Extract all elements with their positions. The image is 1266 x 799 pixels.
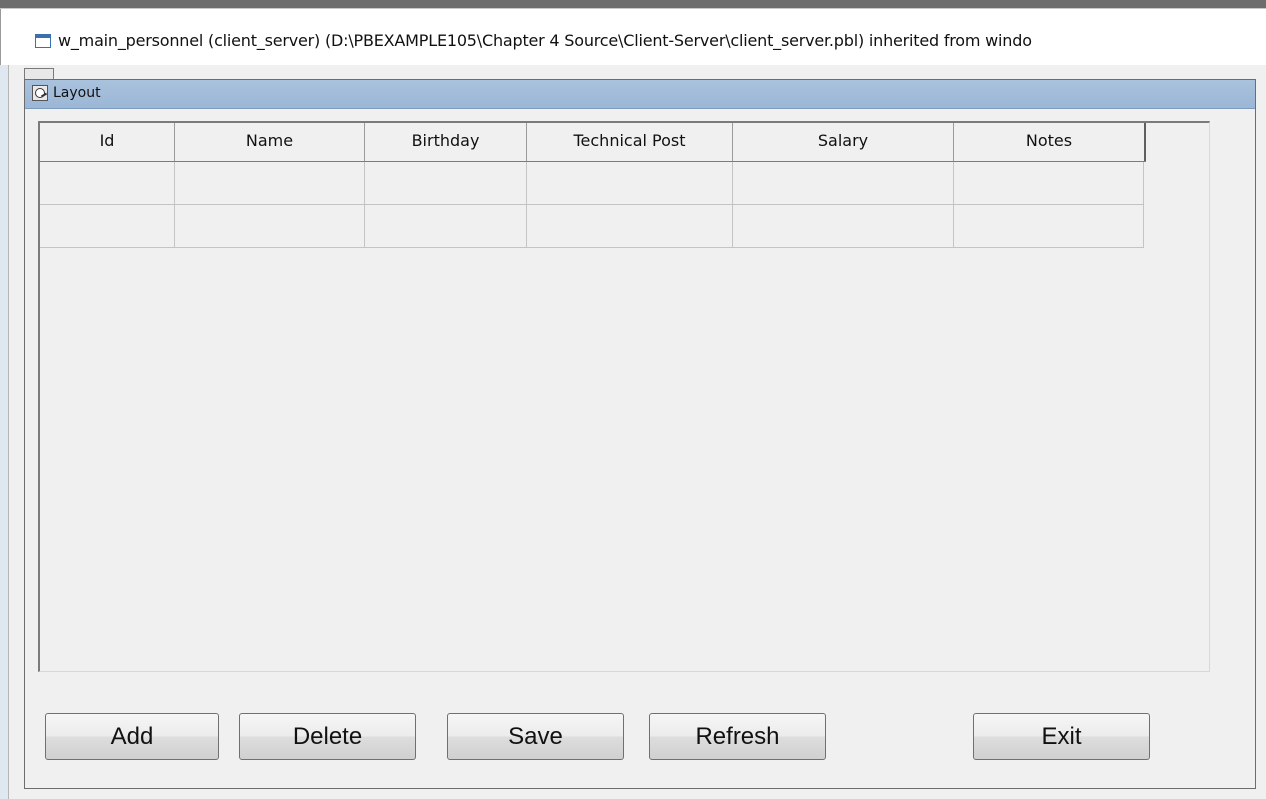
- exit-button[interactable]: Exit: [973, 713, 1150, 760]
- cell-salary[interactable]: [733, 205, 954, 247]
- cell-technical-post[interactable]: [527, 162, 733, 204]
- delete-button[interactable]: Delete: [239, 713, 416, 760]
- column-header-salary[interactable]: Salary: [733, 123, 954, 161]
- title-bar: w_main_personnel (client_server) (D:\PBE…: [0, 9, 1266, 65]
- cell-notes[interactable]: [954, 162, 1144, 204]
- cell-salary[interactable]: [733, 162, 954, 204]
- left-strip: [0, 65, 9, 799]
- cell-name[interactable]: [175, 205, 365, 247]
- column-header-notes[interactable]: Notes: [954, 123, 1146, 161]
- column-header-name[interactable]: Name: [175, 123, 365, 161]
- grid-header: Id Name Birthday Technical Post Salary N…: [40, 123, 1146, 162]
- cell-id[interactable]: [40, 205, 175, 247]
- refresh-button[interactable]: Refresh: [649, 713, 826, 760]
- window-icon: [35, 34, 51, 48]
- save-button[interactable]: Save: [447, 713, 624, 760]
- cell-name[interactable]: [175, 162, 365, 204]
- layout-title: Layout: [53, 85, 101, 101]
- cell-birthday[interactable]: [365, 205, 527, 247]
- table-row[interactable]: [40, 205, 1144, 248]
- grid-rows: [40, 162, 1144, 248]
- cell-birthday[interactable]: [365, 162, 527, 204]
- screen: w_main_personnel (client_server) (D:\PBE…: [0, 0, 1266, 799]
- column-header-id[interactable]: Id: [40, 123, 175, 161]
- window-title: w_main_personnel (client_server) (D:\PBE…: [58, 31, 1032, 50]
- table-row[interactable]: [40, 162, 1144, 205]
- layout-frame: Layout Id Name Birthday Technical Post S…: [24, 79, 1256, 789]
- cell-technical-post[interactable]: [527, 205, 733, 247]
- layout-icon: [32, 85, 48, 101]
- top-border: [0, 0, 1266, 9]
- layout-header: Layout: [25, 80, 1255, 109]
- add-button[interactable]: Add: [45, 713, 219, 760]
- datawindow-grid[interactable]: Id Name Birthday Technical Post Salary N…: [38, 121, 1210, 672]
- column-header-technical-post[interactable]: Technical Post: [527, 123, 733, 161]
- cell-notes[interactable]: [954, 205, 1144, 247]
- cell-id[interactable]: [40, 162, 175, 204]
- column-header-birthday[interactable]: Birthday: [365, 123, 527, 161]
